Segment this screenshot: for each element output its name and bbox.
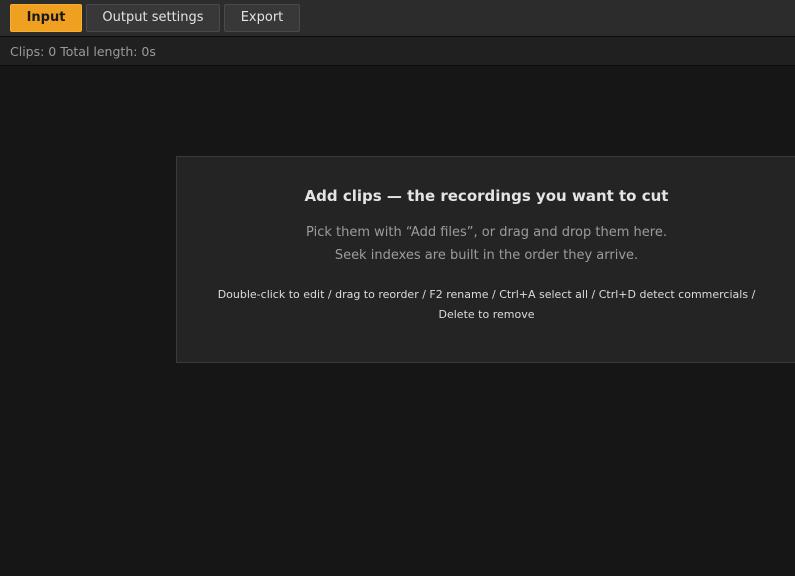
tab-output-settings[interactable]: Output settings — [86, 4, 220, 32]
toolbar: Input Output settings Export — [0, 0, 795, 37]
empty-state-instructions: Pick them with “Add files”, or drag and … — [306, 225, 667, 240]
shortcut-hint-line-2: Delete to remove — [438, 308, 535, 321]
empty-state-title: Add clips — the recordings you want to c… — [304, 187, 669, 205]
empty-state-panel: Add clips — the recordings you want to c… — [176, 156, 795, 363]
empty-state-note: Seek indexes are built in the order they… — [334, 248, 639, 263]
tab-input[interactable]: Input — [10, 4, 82, 32]
clips-summary: Clips: 0 Total length: 0s — [10, 44, 156, 59]
clip-list-drop-area[interactable]: Add clips — the recordings you want to c… — [0, 66, 795, 576]
tab-export[interactable]: Export — [224, 4, 300, 32]
shortcut-hint-line-1: Double-click to edit / drag to reorder /… — [217, 288, 756, 301]
status-bar: Clips: 0 Total length: 0s — [0, 37, 795, 66]
app-window: Input Output settings Export Clips: 0 To… — [0, 0, 795, 576]
empty-state-content: Add clips — the recordings you want to c… — [177, 157, 795, 362]
